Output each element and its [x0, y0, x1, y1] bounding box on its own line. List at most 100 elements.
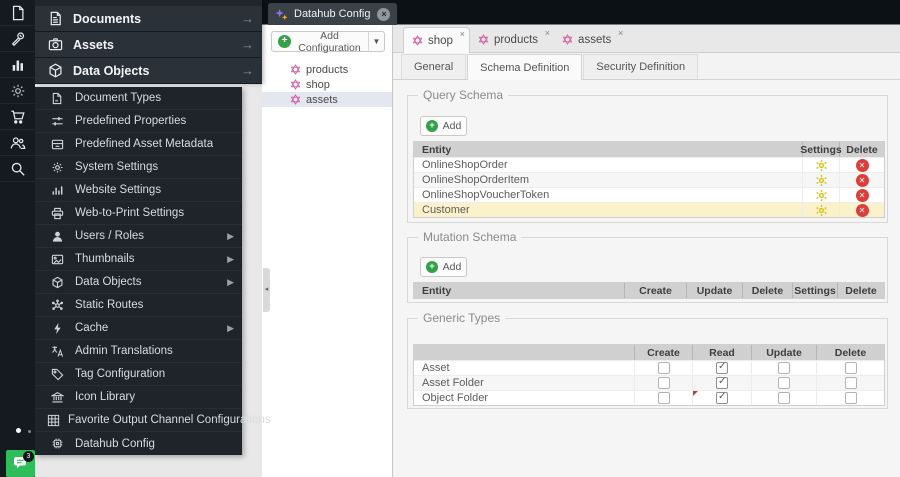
arrow-right-icon: →	[241, 11, 254, 26]
tab-products[interactable]: products ×	[470, 27, 554, 52]
delete-icon[interactable]: ✕	[856, 204, 869, 217]
menu-item-users-roles[interactable]: Users / Roles▶	[35, 225, 242, 248]
table-row[interactable]: Object Folder	[414, 390, 884, 405]
chip-icon	[51, 437, 64, 450]
menu-item-data-objects[interactable]: Data Objects▶	[35, 271, 242, 294]
table-row[interactable]: OnlineShopOrder ✕	[414, 157, 884, 172]
delete-icon[interactable]: ✕	[856, 189, 869, 202]
routes-icon	[51, 299, 64, 312]
close-icon[interactable]: ×	[618, 28, 623, 38]
generic-types-table: Create Read Update Delete Asset Asset Fo…	[413, 344, 885, 406]
graphql-icon	[412, 35, 423, 46]
rail-reports-button[interactable]	[0, 52, 35, 78]
menu-item-predefined-asset-metadata[interactable]: Predefined Asset Metadata	[35, 133, 242, 156]
menu-item-website-settings[interactable]: Website Settings	[35, 179, 242, 202]
query-schema-fieldset: Query Schema + Add Entity Settings Delet…	[407, 95, 888, 223]
menu-item-static-routes[interactable]: Static Routes	[35, 294, 242, 317]
menu-item-web-to-print-settings[interactable]: Web-to-Print Settings	[35, 202, 242, 225]
checkbox-read[interactable]	[716, 392, 728, 404]
settings-gear-icon[interactable]	[815, 174, 828, 187]
chevron-down-icon[interactable]: ▼	[368, 32, 384, 51]
column-update: Update	[752, 345, 817, 360]
add-configuration-button[interactable]: + Add Configuration ▼	[271, 31, 385, 52]
subtab-schema-definition[interactable]: Schema Definition	[467, 54, 582, 80]
checkbox-create[interactable]	[658, 362, 670, 374]
checkbox-update[interactable]	[778, 362, 790, 374]
table-row[interactable]: Asset Folder	[414, 375, 884, 390]
delete-icon[interactable]: ✕	[856, 159, 869, 172]
menu-item-document-types[interactable]: Document Types	[35, 87, 242, 110]
rail-settings-button[interactable]	[0, 78, 35, 104]
checkbox-read[interactable]	[716, 362, 728, 374]
graphql-icon	[478, 34, 489, 45]
menu-section-assets[interactable]: Assets→	[35, 32, 262, 58]
table-row[interactable]: Asset	[414, 360, 884, 375]
configuration-tree: products shop assets	[262, 62, 392, 107]
checkbox-update[interactable]	[778, 377, 790, 389]
rail-tools-button[interactable]	[0, 26, 35, 52]
tab-shop[interactable]: shop ×	[403, 27, 470, 53]
rail-documents-button[interactable]	[0, 0, 35, 26]
column-delete: Delete	[817, 345, 884, 360]
gear-icon	[51, 161, 64, 174]
datahub-config-tab[interactable]: Datahub Config ×	[268, 3, 397, 25]
checkbox-read[interactable]	[716, 377, 728, 389]
checkbox-update[interactable]	[778, 392, 790, 404]
close-icon[interactable]: ×	[460, 29, 465, 39]
menu-item-admin-translations[interactable]: Admin Translations	[35, 340, 242, 363]
menu-section-data-objects[interactable]: Data Objects→	[35, 58, 262, 84]
ecommerce-cart-icon	[10, 109, 26, 125]
tree-item-assets[interactable]: assets	[262, 92, 392, 107]
menu-item-favorite-output-channel-configurations[interactable]: Favorite Output Channel Configurations	[35, 409, 242, 432]
column-settings: Settings	[803, 142, 840, 157]
close-icon[interactable]: ×	[545, 28, 550, 38]
menu-item-tag-configuration[interactable]: Tag Configuration	[35, 363, 242, 386]
menu-section-documents[interactable]: Documents→	[35, 6, 262, 32]
generic-table-header: Create Read Update Delete	[414, 345, 884, 360]
rail-ecommerce-button[interactable]	[0, 104, 35, 130]
checkbox-delete[interactable]	[845, 362, 857, 374]
mutation-add-button[interactable]: + Add	[420, 257, 467, 277]
checkbox-create[interactable]	[658, 377, 670, 389]
table-row[interactable]: OnlineShopVoucherToken ✕	[414, 187, 884, 202]
query-add-button[interactable]: + Add	[420, 116, 467, 136]
tree-item-products[interactable]: products	[262, 62, 392, 77]
menu-item-system-settings[interactable]: System Settings	[35, 156, 242, 179]
column-read: Read	[693, 345, 752, 360]
settings-gear-icon[interactable]	[815, 159, 828, 172]
graphql-icon	[290, 94, 301, 105]
subtab-security-definition[interactable]: Security Definition	[583, 54, 698, 79]
mutation-schema-table: Entity Create Update Delete Settings Del…	[413, 282, 885, 299]
delete-icon[interactable]: ✕	[856, 174, 869, 187]
table-row[interactable]: OnlineShopOrderItem ✕	[414, 172, 884, 187]
menu-item-icon-library[interactable]: Icon Library	[35, 386, 242, 409]
table-row-selected[interactable]: Customer ✕	[414, 202, 884, 217]
datahub-config-panel: + Add Configuration ▼ products shop asse…	[262, 25, 393, 477]
menu-item-cache[interactable]: Cache▶	[35, 317, 242, 340]
rail-search-button[interactable]	[0, 156, 35, 182]
rail-users-button[interactable]	[0, 130, 35, 156]
panel-collapse-handle[interactable]: ◂	[263, 268, 270, 312]
translate-icon	[51, 345, 64, 358]
status-dot	[28, 430, 31, 433]
cube-icon	[51, 276, 64, 289]
tree-item-shop[interactable]: shop	[262, 77, 392, 92]
tab-assets[interactable]: assets ×	[554, 27, 627, 52]
checkbox-delete[interactable]	[845, 392, 857, 404]
subtab-general[interactable]: General	[401, 54, 466, 79]
menu-item-datahub-config[interactable]: Datahub Config	[35, 432, 242, 455]
user-icon	[51, 230, 64, 243]
settings-gear-icon[interactable]	[815, 204, 828, 217]
menu-item-predefined-properties[interactable]: Predefined Properties	[35, 110, 242, 133]
checkbox-create[interactable]	[658, 392, 670, 404]
grid-icon	[47, 414, 60, 427]
close-icon[interactable]: ×	[377, 8, 390, 21]
users-icon	[10, 135, 26, 151]
settings-gear-icon[interactable]	[815, 189, 828, 202]
chat-button[interactable]: 3	[6, 450, 35, 477]
checkbox-delete[interactable]	[845, 377, 857, 389]
menu-item-thumbnails[interactable]: Thumbnails▶	[35, 248, 242, 271]
sparkle-icon	[275, 8, 288, 21]
column-delete: Delete	[838, 283, 884, 298]
tools-icon	[10, 31, 26, 47]
